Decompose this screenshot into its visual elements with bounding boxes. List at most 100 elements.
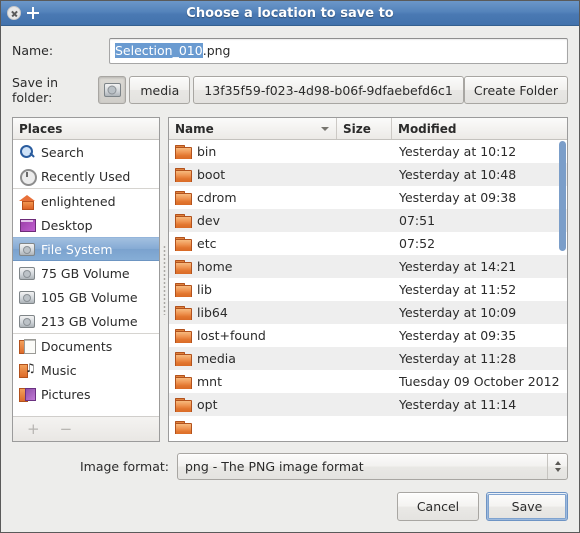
search-icon <box>19 144 35 160</box>
places-item-recently-used[interactable]: Recently Used <box>13 164 159 189</box>
file-row-name-cell: opt <box>169 397 337 412</box>
file-row[interactable]: lib64 Yesterday at 10:09 <box>169 301 567 324</box>
places-item-pictures[interactable]: Pictures <box>13 382 159 406</box>
folder-icon <box>175 237 192 251</box>
image-format-value: png - The PNG image format <box>185 458 364 474</box>
file-row[interactable]: opt Yesterday at 11:14 <box>169 393 567 416</box>
places-item-213-gb-volume[interactable]: 213 GB Volume <box>13 309 159 334</box>
file-row[interactable]: mnt Tuesday 09 October 2012 <box>169 370 567 393</box>
file-row[interactable]: lost+found Yesterday at 09:35 <box>169 324 567 347</box>
places-item-music[interactable]: Music <box>13 358 159 382</box>
file-row-name-cell: mnt <box>169 374 337 389</box>
file-row-name-cell: media <box>169 351 337 366</box>
file-row-name: media <box>197 351 236 366</box>
column-header-size-label: Size <box>343 121 371 136</box>
file-row-modified: Yesterday at 11:28 <box>399 351 517 366</box>
grip-dots-icon <box>162 244 166 315</box>
file-list-pane: Name Size Modified bin Yesterday at 10:12… <box>168 117 568 442</box>
folder-icon <box>175 375 192 389</box>
places-item-105-gb-volume[interactable]: 105 GB Volume <box>13 285 159 309</box>
folder-icon <box>175 145 192 159</box>
places-list: Search Recently Used enlightened Desktop Fil… <box>13 140 159 416</box>
file-row[interactable]: home Yesterday at 14:21 <box>169 255 567 278</box>
file-row[interactable]: boot Yesterday at 10:48 <box>169 163 567 186</box>
places-item-label: Recently Used <box>41 168 131 184</box>
folder-icon <box>175 191 192 205</box>
file-list-scrollbar[interactable] <box>559 141 566 440</box>
file-row[interactable]: media Yesterday at 11:28 <box>169 347 567 370</box>
file-row-name: lib <box>197 282 212 297</box>
folder-icon <box>175 398 192 412</box>
file-row[interactable]: etc 07:52 <box>169 232 567 255</box>
file-row[interactable]: lib Yesterday at 11:52 <box>169 278 567 301</box>
drive-icon <box>19 267 35 280</box>
image-format-row: Image format: png - The PNG image format <box>12 452 568 480</box>
path-root-drive-button[interactable] <box>98 76 127 104</box>
name-label: Name: <box>12 43 54 58</box>
file-row-name-cell: dev <box>169 213 337 228</box>
save-dialog-window: Choose a location to save to Name: Selec… <box>0 0 580 533</box>
dialog-body: Name: Selection_010 .png Save in folder: … <box>1 26 579 532</box>
path-button-uuid[interactable]: 13f35f59-f023-4d98-b06f-9dfaebefd6c1 <box>193 76 464 104</box>
pictures-folder-icon <box>19 386 36 402</box>
places-item-label: 75 GB Volume <box>41 265 130 281</box>
folder-icon <box>175 214 192 228</box>
file-row-name-cell: lost+found <box>169 328 337 343</box>
places-item-file-system[interactable]: File System <box>13 237 159 261</box>
pane-resize-handle[interactable] <box>160 117 168 442</box>
file-row[interactable]: bin Yesterday at 10:12 <box>169 140 567 163</box>
places-item-desktop[interactable]: Desktop <box>13 213 159 237</box>
file-row-modified: Yesterday at 10:48 <box>399 167 517 182</box>
path-button-media[interactable]: media <box>129 76 191 104</box>
places-item-label: 105 GB Volume <box>41 289 138 305</box>
places-sidebar: Places Search Recently Used enlightened Des… <box>12 117 160 442</box>
column-header-size[interactable]: Size <box>337 118 392 139</box>
places-item-label: Desktop <box>41 217 93 233</box>
add-bookmark-button[interactable]: + <box>27 420 40 438</box>
file-row-modified: 07:52 <box>399 236 436 251</box>
column-header-modified[interactable]: Modified <box>392 118 567 139</box>
create-folder-button[interactable]: Create Folder <box>463 76 568 104</box>
file-row-name: dev <box>197 213 221 228</box>
file-row-modified: Yesterday at 14:21 <box>399 259 517 274</box>
places-item-label: Search <box>41 144 84 160</box>
places-item-75-gb-volume[interactable]: 75 GB Volume <box>13 261 159 285</box>
column-header-modified-label: Modified <box>398 121 457 136</box>
places-item-enlightened[interactable]: enlightened <box>13 189 159 213</box>
plus-icon[interactable] <box>27 7 39 19</box>
remove-bookmark-button[interactable]: − <box>60 420 73 438</box>
filename-input[interactable]: Selection_010 .png <box>109 37 568 64</box>
image-format-select[interactable]: png - The PNG image format <box>177 452 568 480</box>
file-row-modified: Yesterday at 10:09 <box>399 305 517 320</box>
folder-icon <box>175 421 192 434</box>
file-row-name: opt <box>197 397 218 412</box>
file-row-name: bin <box>197 144 217 159</box>
drive-icon <box>19 315 35 328</box>
file-row[interactable] <box>169 416 567 439</box>
places-item-search[interactable]: Search <box>13 140 159 164</box>
file-row[interactable]: cdrom Yesterday at 09:38 <box>169 186 567 209</box>
places-item-documents[interactable]: Documents <box>13 334 159 358</box>
file-row-name: etc <box>197 236 217 251</box>
filename-extension-text: .png <box>202 43 231 58</box>
cancel-button[interactable]: Cancel <box>397 492 479 521</box>
file-row-name-cell: boot <box>169 167 337 182</box>
column-header-name[interactable]: Name <box>169 118 337 139</box>
scrollbar-thumb[interactable] <box>559 141 566 251</box>
file-row-name: home <box>197 259 233 274</box>
file-list-header: Name Size Modified <box>169 118 567 140</box>
file-row[interactable]: dev 07:51 <box>169 209 567 232</box>
chevron-updown-icon <box>547 453 567 479</box>
folder-icon <box>175 283 192 297</box>
places-item-label: Music <box>41 362 77 378</box>
close-circle-icon[interactable] <box>7 6 21 20</box>
save-button[interactable]: Save <box>486 492 568 521</box>
folder-icon <box>175 329 192 343</box>
folder-icon <box>175 306 192 320</box>
places-item-label: File System <box>41 241 113 257</box>
file-row-name: lib64 <box>197 305 228 320</box>
file-row-modified: Yesterday at 10:12 <box>399 144 517 159</box>
chevron-down-icon <box>554 467 561 472</box>
places-item-label: Documents <box>41 338 113 354</box>
drive-icon <box>19 291 35 304</box>
